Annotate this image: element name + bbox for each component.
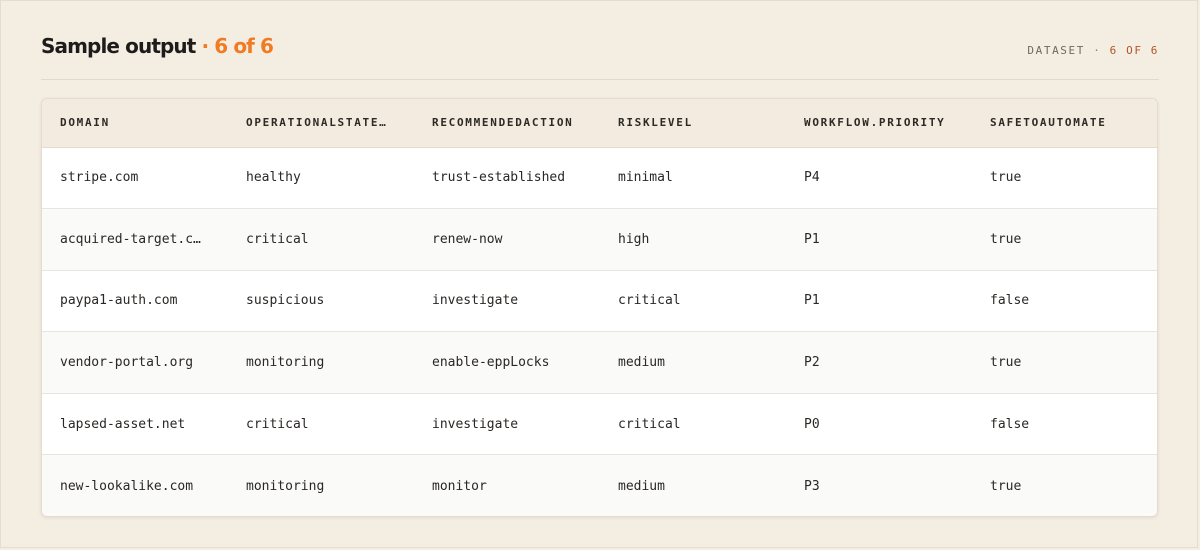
cell-safetoautomate: true [972, 208, 1157, 271]
cell-safetoautomate: true [972, 147, 1157, 210]
cell-domain: acquired-target.c… [42, 208, 228, 271]
cell-risklevel: minimal [600, 147, 786, 210]
results-table-card: DOMAIN OPERATIONALSTATE… RECOMMENDEDACTI… [41, 98, 1158, 517]
results-table: DOMAIN OPERATIONALSTATE… RECOMMENDEDACTI… [42, 99, 1157, 516]
cell-domain: new-lookalike.com [60, 478, 194, 494]
cell-recommendedaction: renew-now [414, 208, 600, 271]
cell-operationalstate: monitoring [246, 478, 325, 494]
cell-workflow-priority: P1 [786, 208, 972, 271]
dataset-label: DATASET [1027, 44, 1085, 57]
cell-domain: vendor-portal.org [42, 331, 228, 394]
cell-operationalstate: critical [228, 208, 414, 271]
cell-workflow-priority: P3 [804, 478, 820, 494]
cell-risklevel: critical [600, 270, 786, 333]
cell-operationalstate: healthy [228, 147, 414, 210]
table-row: lapsed-asset.net critical investigate cr… [42, 393, 1157, 456]
cell-workflow-priority: P2 [786, 331, 972, 394]
table-row: paypa1-auth.com suspicious investigate c… [42, 270, 1157, 333]
cell-risklevel: medium [618, 478, 665, 494]
table-row: new-lookalike.com monitoring monitor med… [42, 454, 1157, 516]
cell-workflow-priority: P0 [786, 393, 972, 456]
dataset-separator: · [1084, 44, 1110, 57]
cell-safetoautomate: true [990, 478, 1022, 494]
cell-risklevel: high [600, 208, 786, 271]
table-body: stripe.com healthy trust-established min… [42, 147, 1157, 516]
column-header-domain: DOMAIN [42, 99, 228, 148]
title-separator: · [195, 34, 215, 58]
table-header: DOMAIN OPERATIONALSTATE… RECOMMENDEDACTI… [42, 99, 1157, 148]
cell-recommendedaction: investigate [414, 393, 600, 456]
cell-safetoautomate: false [972, 270, 1157, 333]
column-header-recommendedaction: RECOMMENDEDACTION [414, 99, 600, 148]
title-text: Sample output [41, 34, 196, 58]
column-header-safetoautomate: SAFETOAUTOMATE [972, 99, 1157, 148]
cell-operationalstate: critical [228, 393, 414, 456]
cell-workflow-priority: P1 [786, 270, 972, 333]
page-title: Sample output · 6 of 6 [41, 34, 274, 58]
cell-operationalstate: monitoring [228, 331, 414, 394]
cell-recommendedaction: investigate [414, 270, 600, 333]
dataset-indicator: DATASET · 6 OF 6 [1027, 44, 1159, 57]
cell-safetoautomate: false [972, 393, 1157, 456]
cell-workflow-priority: P4 [786, 147, 972, 210]
table-header-row: DOMAIN OPERATIONALSTATE… RECOMMENDEDACTI… [42, 99, 1157, 148]
cell-risklevel: critical [600, 393, 786, 456]
title-count: 6 of 6 [214, 34, 274, 58]
cell-risklevel: medium [600, 331, 786, 394]
cell-domain: paypa1-auth.com [42, 270, 228, 333]
column-header-risklevel: RISKLEVEL [600, 99, 786, 148]
cell-safetoautomate: true [972, 331, 1157, 394]
cell-recommendedaction: trust-established [414, 147, 600, 210]
table-row: acquired-target.c… critical renew-now hi… [42, 208, 1157, 271]
cell-recommendedaction: monitor [432, 478, 487, 494]
table-row: stripe.com healthy trust-established min… [42, 147, 1157, 210]
column-header-operationalstate: OPERATIONALSTATE… [228, 99, 414, 148]
table-row: vendor-portal.org monitoring enable-eppL… [42, 331, 1157, 394]
column-header-workflow-priority: WORKFLOW.PRIORITY [786, 99, 972, 148]
cell-recommendedaction: enable-eppLocks [414, 331, 600, 394]
dataset-count: 6 OF 6 [1109, 44, 1159, 57]
cell-operationalstate: suspicious [228, 270, 414, 333]
cell-domain: lapsed-asset.net [42, 393, 228, 456]
cell-domain: stripe.com [42, 147, 228, 210]
output-header: Sample output · 6 of 6 DATASET · 6 OF 6 [41, 28, 1159, 80]
